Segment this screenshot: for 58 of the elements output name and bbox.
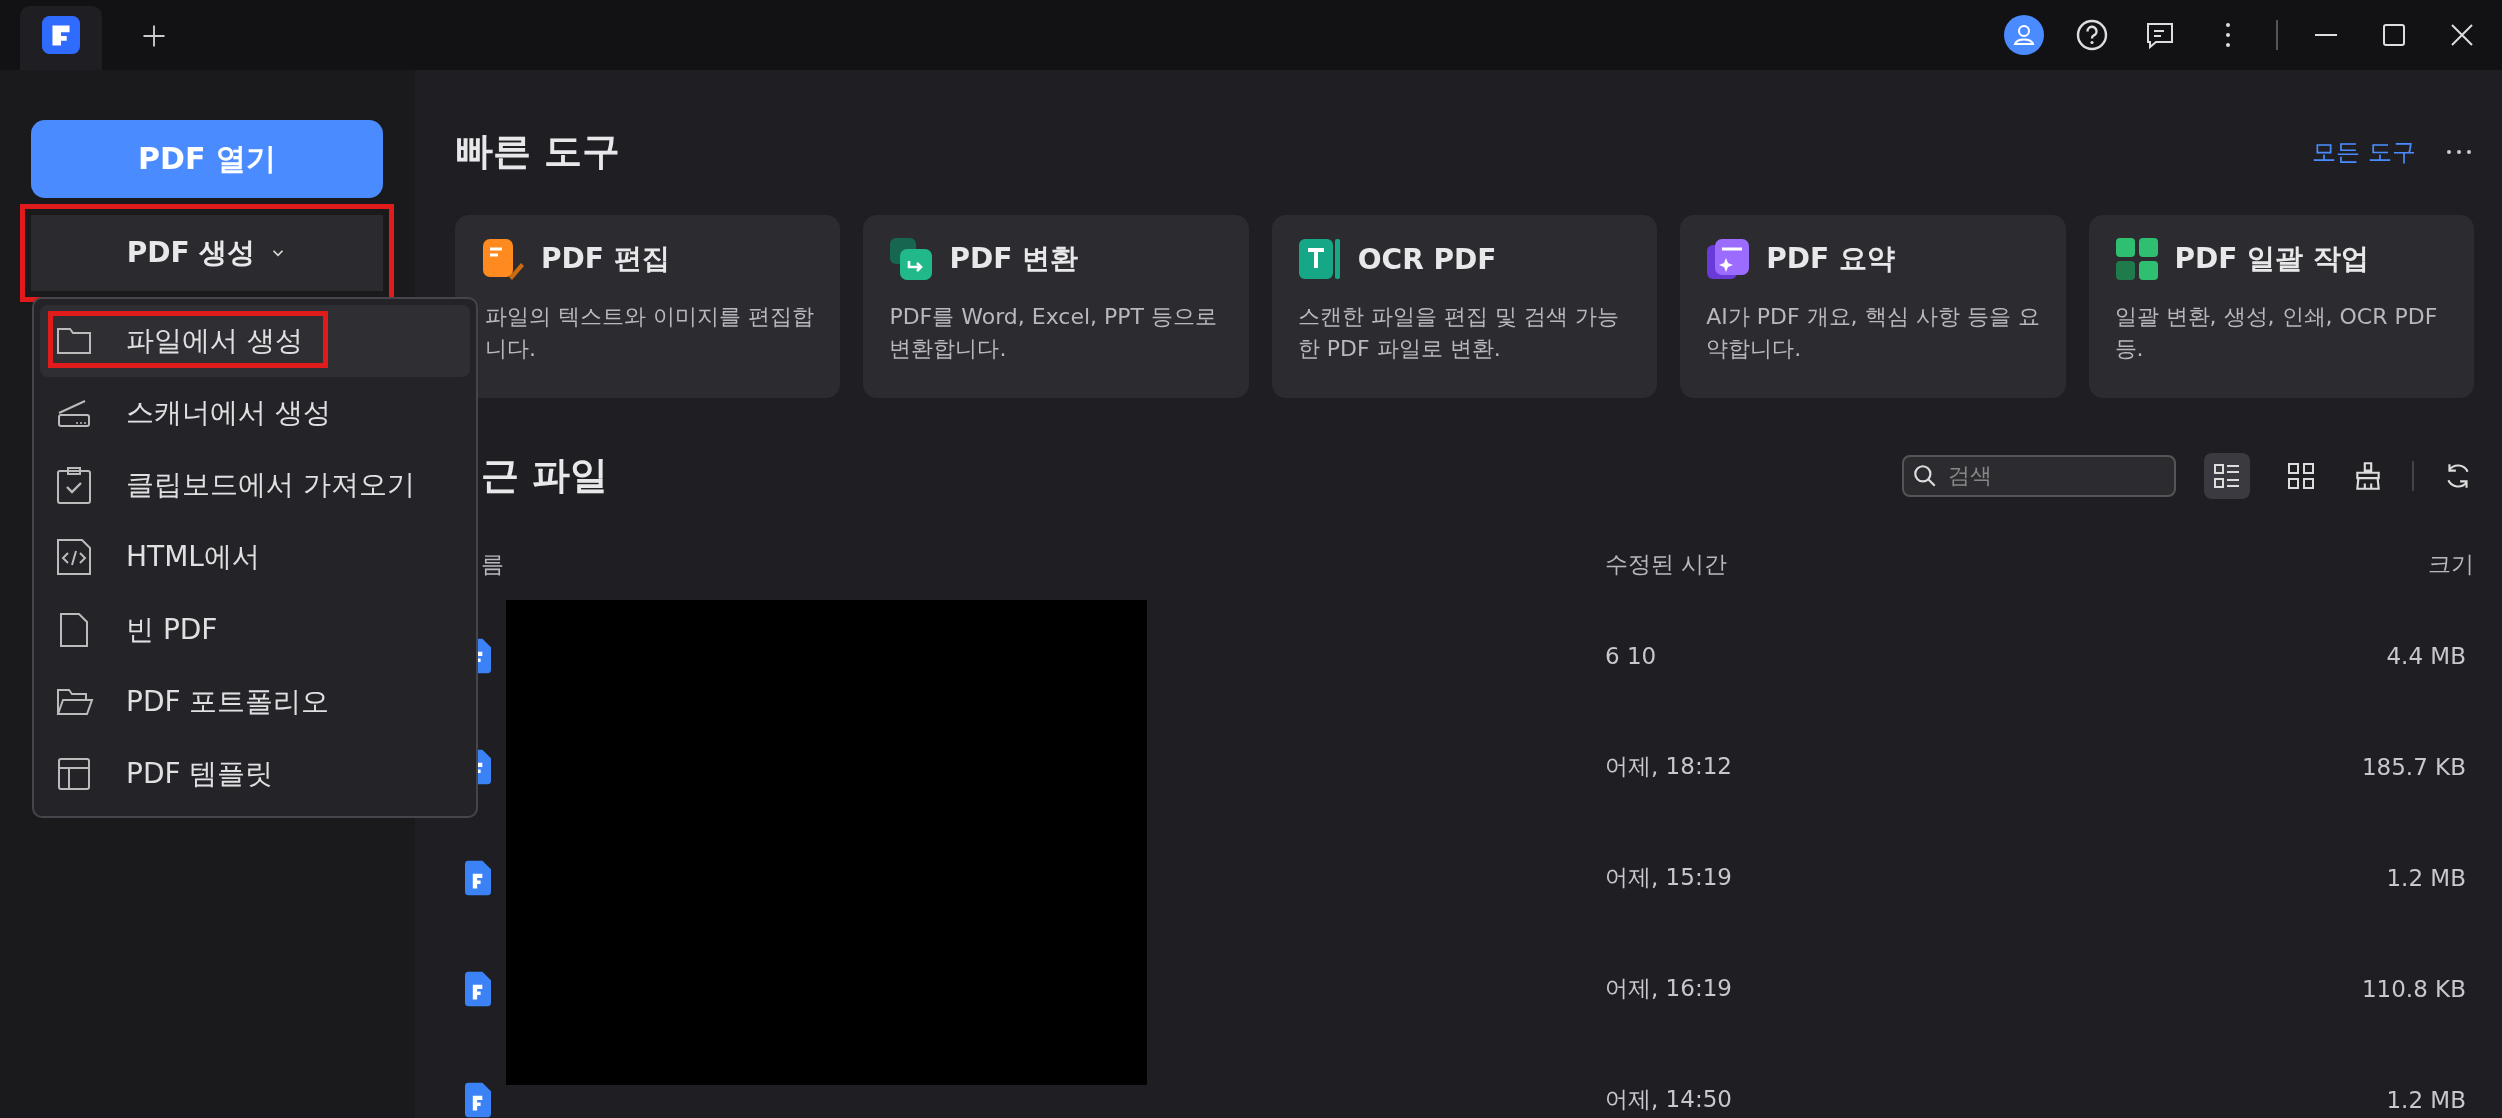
code-file-icon: [54, 537, 94, 578]
section-title: 빠른 도구: [455, 128, 621, 175]
tool-card[interactable]: PDF 변환 PDF를 Word, Excel, PPT 등으로 변환합니다.: [863, 215, 1249, 398]
menu-item[interactable]: PDF 템플릿: [40, 737, 470, 810]
file-size: 4.4 MB: [2386, 642, 2466, 669]
edit-tool-icon: [481, 237, 525, 281]
pdf-file-icon: [465, 970, 491, 1007]
column-header: 크기: [2428, 550, 2474, 579]
tool-description: 스캔한 파일을 편집 및 검색 가능한 PDF 파일로 변환.: [1297, 303, 1620, 363]
file-size: 1.2 MB: [2386, 1086, 2466, 1113]
clipboard-icon: [54, 465, 94, 506]
tool-description: AI가 PDF 개요, 핵심 사항 등을 요약합니다.: [1706, 303, 2040, 363]
column-header: 름: [481, 550, 504, 579]
menu-item[interactable]: 클립보드에서 가져오기: [40, 449, 470, 522]
search-icon: [1912, 462, 1938, 489]
summary-tool-icon: [1706, 237, 1751, 281]
search-field[interactable]: 검색: [1902, 454, 2176, 497]
file-size: 185.7 KB: [2361, 753, 2466, 780]
modified-time: 어제, 16:19: [1605, 974, 1732, 1003]
menu-item[interactable]: 파일에서 생성: [40, 305, 470, 378]
file-size: 110.8 KB: [2361, 975, 2466, 1002]
modified-time: 어제, 14:50: [1605, 1085, 1732, 1114]
avatar-icon[interactable]: [2004, 15, 2044, 55]
tool-description: 일괄 변환, 생성, 인쇄, OCR PDF 등.: [2114, 303, 2439, 363]
tool-card[interactable]: PDF 일괄 작업 일괄 변환, 생성, 인쇄, OCR PDF 등.: [2088, 215, 2474, 398]
tool-card[interactable]: PDF 요약 AI가 PDF 개요, 핵심 사항 등을 요약합니다.: [1680, 215, 2066, 398]
tool-title: PDF 일괄 작업: [2174, 241, 2369, 277]
section-title: 근 파일: [481, 452, 609, 499]
pdf-file-icon: [465, 1081, 491, 1118]
menu-item[interactable]: PDF 포트폴리오: [40, 665, 470, 738]
convert-tool-icon: [889, 237, 934, 281]
pdf-file-icon: [465, 859, 491, 896]
column-header: 수정된 시간: [1605, 550, 1728, 579]
file-row[interactable]: 어제, 15:19 1.2 MB: [455, 822, 2474, 933]
all-tools-link[interactable]: 모든 도구: [2312, 135, 2416, 168]
tool-title: PDF 요약: [1766, 241, 1895, 277]
modified-time: 어제, 15:19: [1605, 863, 1732, 892]
menu-item[interactable]: 빈 PDF: [40, 593, 470, 666]
list-view-button[interactable]: [2204, 452, 2250, 499]
file-row[interactable]: 어제, 16:19 110.8 KB: [455, 933, 2474, 1044]
app-tab[interactable]: [20, 6, 102, 70]
file-row[interactable]: 어제, 14:50 1.2 MB: [455, 1044, 2474, 1118]
batch-tool-icon: [2114, 237, 2159, 281]
app-logo-icon: [42, 16, 80, 54]
tool-title: PDF 편집: [541, 241, 670, 277]
file-size: 1.2 MB: [2386, 864, 2466, 891]
modified-time: 6 10: [1605, 642, 1657, 669]
tool-description: PDF를 Word, Excel, PPT 등으로 변환합니다.: [889, 303, 1218, 363]
ocr-tool-icon: [1297, 237, 1342, 281]
create-pdf-button[interactable]: PDF 생성: [31, 215, 383, 291]
tool-title: OCR PDF: [1357, 242, 1497, 276]
menu-item[interactable]: HTML에서: [40, 521, 470, 594]
tool-description: 파일의 텍스트와 이미지를 편집합니다.: [484, 303, 815, 363]
grid-view-icon: [2286, 460, 2316, 491]
tool-title: PDF 변환: [949, 241, 1079, 277]
tool-card[interactable]: OCR PDF 스캔한 파일을 편집 및 검색 가능한 PDF 파일로 변환.: [1271, 215, 1658, 398]
tool-card[interactable]: PDF 편집 파일의 텍스트와 이미지를 편집합니다.: [455, 215, 841, 398]
modified-time: 어제, 18:12: [1605, 752, 1732, 781]
